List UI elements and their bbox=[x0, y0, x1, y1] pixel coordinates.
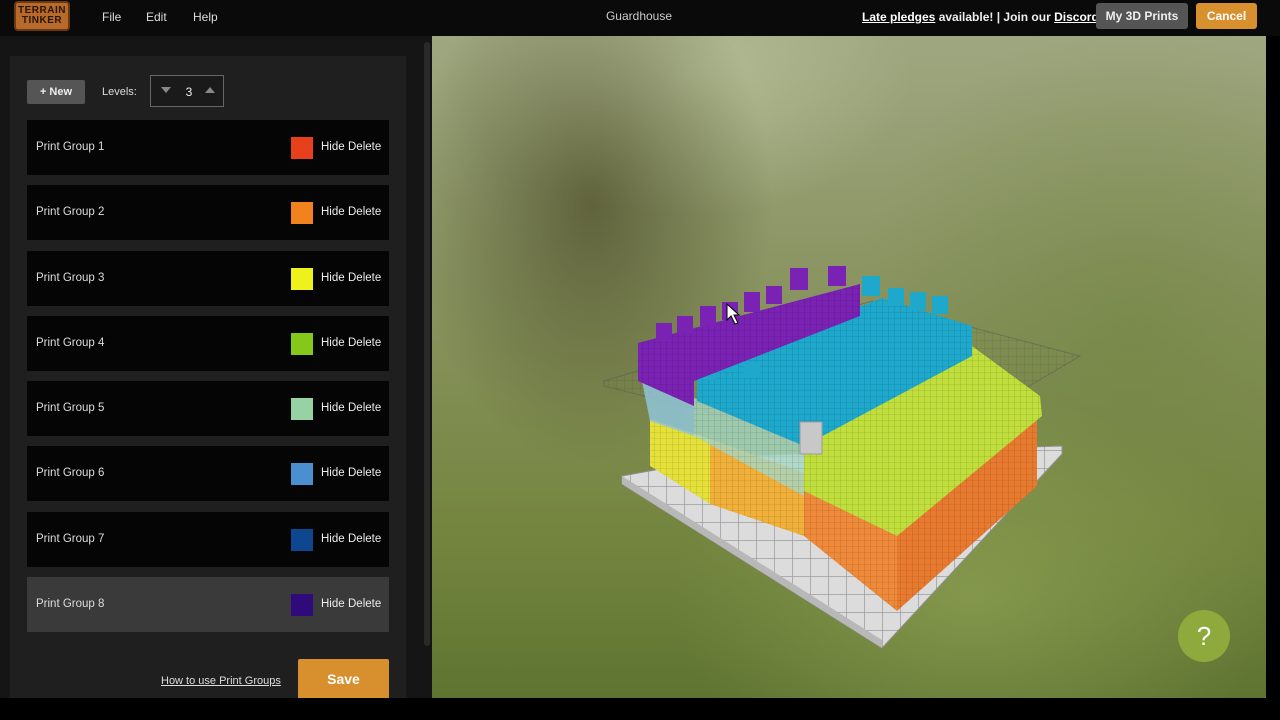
delete-button[interactable]: Delete bbox=[348, 533, 381, 545]
color-swatch[interactable] bbox=[291, 202, 313, 225]
print-group-row[interactable]: Print Group 6 Hide Delete bbox=[27, 446, 389, 502]
my-3d-prints-button[interactable]: My 3D Prints bbox=[1096, 3, 1188, 29]
delete-button[interactable]: Delete bbox=[348, 272, 381, 284]
hide-button[interactable]: Hide bbox=[321, 402, 345, 414]
menu-edit[interactable]: Edit bbox=[146, 10, 167, 24]
guardhouse-model[interactable] bbox=[432, 36, 1266, 698]
print-group-row[interactable]: Print Group 2 Hide Delete bbox=[27, 185, 389, 241]
print-group-name: Print Group 5 bbox=[36, 402, 105, 415]
color-swatch[interactable] bbox=[291, 463, 313, 486]
print-group-name: Print Group 3 bbox=[36, 271, 105, 284]
print-group-name: Print Group 1 bbox=[36, 141, 105, 153]
hide-button[interactable]: Hide bbox=[321, 272, 345, 284]
pledge-text: available! | Join our bbox=[935, 10, 1055, 24]
color-swatch[interactable] bbox=[291, 528, 313, 551]
levels-value[interactable]: 3 bbox=[179, 85, 199, 99]
color-swatch[interactable] bbox=[291, 398, 313, 421]
delete-button[interactable]: Delete bbox=[348, 206, 381, 218]
hide-button[interactable]: Hide bbox=[321, 337, 345, 349]
hide-button[interactable]: Hide bbox=[321, 598, 345, 610]
print-group-row[interactable]: Print Group 5 Hide Delete bbox=[27, 381, 389, 437]
hide-button[interactable]: Hide bbox=[321, 467, 345, 479]
cancel-button[interactable]: Cancel bbox=[1196, 3, 1257, 29]
top-bar: TERRAIN TINKER File Edit Help Guardhouse… bbox=[0, 0, 1280, 36]
print-group-name: Print Group 6 bbox=[36, 467, 105, 480]
print-group-name: Print Group 2 bbox=[36, 206, 105, 219]
increment-arrow-icon[interactable] bbox=[205, 87, 215, 93]
how-to-use-print-groups-link[interactable]: How to use Print Groups bbox=[161, 675, 281, 687]
levels-label: Levels: bbox=[102, 86, 137, 98]
color-swatch[interactable] bbox=[291, 267, 313, 290]
print-group-row[interactable]: Print Group 1 Hide Delete bbox=[27, 120, 389, 175]
color-swatch[interactable] bbox=[291, 594, 313, 617]
print-group-name: Print Group 8 bbox=[36, 598, 105, 611]
menu-file[interactable]: File bbox=[102, 10, 121, 24]
3d-viewport[interactable] bbox=[432, 36, 1266, 698]
sidebar-scrollbar[interactable] bbox=[424, 42, 430, 646]
pledge-banner: Late pledges available! | Join our Disco… bbox=[862, 10, 1099, 24]
new-print-group-button[interactable]: + New bbox=[27, 80, 85, 104]
discord-link[interactable]: Discord bbox=[1054, 10, 1099, 24]
print-group-name: Print Group 4 bbox=[36, 336, 105, 349]
delete-button[interactable]: Delete bbox=[348, 598, 381, 610]
print-group-row[interactable]: Print Group 8 Hide Delete bbox=[27, 577, 389, 633]
late-pledges-link[interactable]: Late pledges bbox=[862, 10, 935, 24]
decrement-arrow-icon[interactable] bbox=[161, 87, 171, 93]
color-swatch[interactable] bbox=[291, 332, 313, 355]
print-group-row[interactable]: Print Group 3 Hide Delete bbox=[27, 250, 389, 306]
delete-button[interactable]: Delete bbox=[348, 337, 381, 349]
print-group-row[interactable]: Print Group 4 Hide Delete bbox=[27, 315, 389, 371]
delete-button[interactable]: Delete bbox=[348, 402, 381, 414]
print-group-list: Print Group 1 Hide Delete Print Group 2 Hide… bbox=[27, 120, 389, 642]
print-group-name: Print Group 7 bbox=[36, 532, 105, 545]
hide-button[interactable]: Hide bbox=[321, 206, 345, 218]
hide-button[interactable]: Hide bbox=[321, 533, 345, 545]
help-button[interactable]: ? bbox=[1178, 610, 1230, 662]
document-title: Guardhouse bbox=[605, 9, 673, 23]
window-edge bbox=[1266, 36, 1280, 698]
delete-button[interactable]: Delete bbox=[348, 467, 381, 479]
save-button[interactable]: Save bbox=[298, 659, 389, 698]
delete-button[interactable]: Delete bbox=[348, 141, 381, 153]
logo-line-2: TINKER bbox=[21, 15, 63, 26]
menu-help[interactable]: Help bbox=[193, 10, 218, 24]
print-group-row[interactable]: Print Group 7 Hide Delete bbox=[27, 511, 389, 567]
levels-stepper[interactable]: 3 bbox=[150, 75, 224, 107]
bottom-bar bbox=[0, 698, 1280, 720]
hide-button[interactable]: Hide bbox=[321, 141, 345, 153]
terrain-tinker-logo[interactable]: TERRAIN TINKER bbox=[14, 1, 70, 31]
color-swatch[interactable] bbox=[291, 137, 313, 159]
